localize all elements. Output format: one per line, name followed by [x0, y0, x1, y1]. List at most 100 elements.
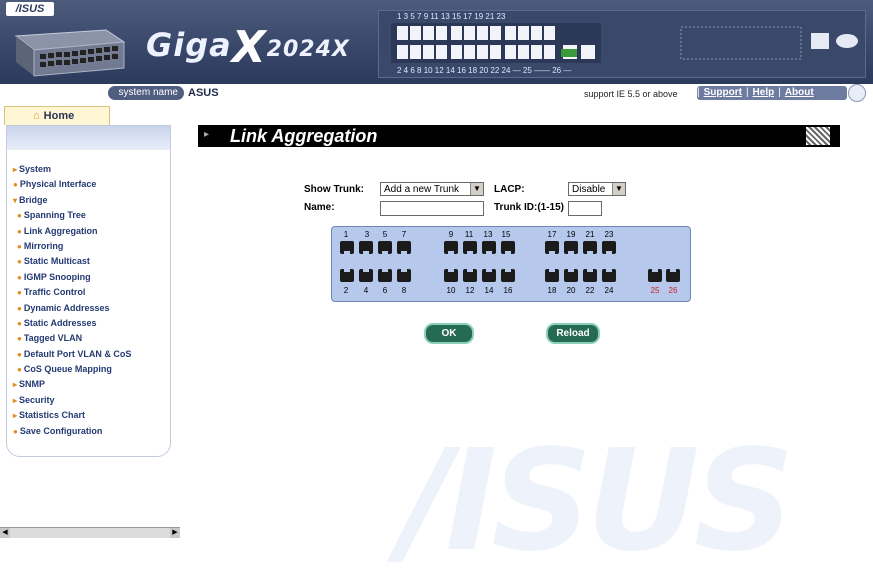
port-11[interactable] [463, 241, 477, 254]
nav-snmp[interactable]: ▸ SNMP [13, 377, 131, 392]
nav-statistics-chart[interactable]: ▸ Statistics Chart [13, 408, 131, 423]
port-number-label: 3 [364, 230, 370, 239]
name-label: Name: [304, 202, 335, 213]
browser-support-text: support IE 5.5 or above [584, 89, 678, 99]
port-number-label: 16 [503, 286, 513, 295]
port-17[interactable] [545, 241, 559, 254]
nav-igmp-snooping[interactable]: ● IGMP Snooping [13, 270, 131, 285]
reload-button[interactable]: Reload [546, 323, 600, 344]
uplink-port-number-label: 25 [650, 286, 660, 295]
port-9[interactable] [444, 241, 458, 254]
nav-static-multicast[interactable]: ● Static Multicast [13, 254, 131, 269]
port-23[interactable] [602, 241, 616, 254]
sidebar: ▸ System ● Physical Interface ▾ Bridge ● Spa… [6, 125, 171, 457]
nav-traffic-control[interactable]: ● Traffic Control [13, 285, 131, 300]
port-number-label: 18 [547, 286, 557, 295]
port-8[interactable] [397, 269, 411, 282]
bullet-icon: ● [17, 365, 22, 375]
port-22[interactable] [583, 269, 597, 282]
brand-model: 2024X [266, 37, 350, 62]
page-title: Link Aggregation [230, 126, 378, 146]
port-number-label: 11 [464, 230, 474, 239]
nav-bridge[interactable]: ▾ Bridge [13, 193, 131, 208]
port-16[interactable] [501, 269, 515, 282]
name-field[interactable] [380, 201, 484, 216]
nav-mirroring[interactable]: ● Mirroring [13, 239, 131, 254]
port-1[interactable] [340, 241, 354, 254]
port-number-label: 9 [448, 230, 454, 239]
port-3[interactable] [359, 241, 373, 254]
port-5[interactable] [378, 241, 392, 254]
arrow-icon: ▸ [13, 411, 18, 421]
bullet-icon: ● [17, 349, 22, 359]
nav-system[interactable]: ▸ System [13, 162, 131, 177]
arrow-icon: ▸ [13, 395, 18, 405]
port-6[interactable] [378, 269, 392, 282]
lacp-value: Disable [572, 184, 606, 195]
dropdown-arrow-icon: ▼ [612, 183, 625, 195]
port-4[interactable] [359, 269, 373, 282]
port-number-label: 21 [585, 230, 595, 239]
port-number-label: 7 [401, 230, 407, 239]
nav-default-port-vlan-cos[interactable]: ● Default Port VLAN & CoS [13, 347, 131, 362]
help-link[interactable]: Help [749, 87, 779, 98]
trunk-id-label: Trunk ID:(1-15) [494, 202, 565, 213]
system-name-value: ASUS [188, 87, 219, 99]
nav-link-aggregation[interactable]: ● Link Aggregation [13, 224, 131, 239]
port-13[interactable] [482, 241, 496, 254]
ok-button[interactable]: OK [424, 323, 474, 344]
bullet-icon: ● [17, 241, 22, 251]
horizontal-scrollbar[interactable]: ◀ ▶ [0, 527, 180, 538]
port-number-label: 8 [401, 286, 407, 295]
port-26[interactable] [666, 269, 680, 282]
bullet-icon: ● [17, 318, 22, 328]
home-tab[interactable]: ⌂ Home [4, 106, 110, 125]
lacp-select[interactable]: Disable ▼ [568, 182, 626, 196]
port-number-label: 10 [446, 286, 456, 295]
nav-security[interactable]: ▸ Security [13, 393, 131, 408]
nav-tagged-vlan[interactable]: ● Tagged VLAN [13, 331, 131, 346]
port-7[interactable] [397, 241, 411, 254]
header-banner: /ISUS GigaX2024X 1 3 5 7 9 11 13 15 17 1… [0, 0, 873, 84]
dropdown-arrow-icon: ▼ [470, 183, 483, 195]
circle-toggle-button[interactable] [848, 84, 866, 102]
port-20[interactable] [564, 269, 578, 282]
port-selection-panel: 1 3 5 7 9 11 13 15 17 19 21 23 2 4 6 8 1… [331, 226, 691, 302]
nav-spanning-tree[interactable]: ● Spanning Tree [13, 208, 131, 223]
uplink-port-number-label: 26 [668, 286, 678, 295]
bullet-icon: ● [13, 426, 18, 436]
port-number-label: 22 [585, 286, 595, 295]
arrow-down-icon: ▾ [13, 195, 18, 205]
port-24[interactable] [602, 269, 616, 282]
bullet-icon: ● [17, 334, 22, 344]
bullet-icon: ● [17, 303, 22, 313]
port-number-label: 13 [483, 230, 493, 239]
trunk-id-field[interactable] [568, 201, 602, 216]
nav-cos-queue-mapping[interactable]: ● CoS Queue Mapping [13, 362, 131, 377]
port-2[interactable] [340, 269, 354, 282]
port-18[interactable] [545, 269, 559, 282]
brand-x: X [231, 22, 267, 73]
bullet-icon: ● [17, 226, 22, 236]
nav-physical-interface[interactable]: ● Physical Interface [13, 177, 131, 192]
arrow-icon: ▸ [13, 380, 18, 390]
support-link[interactable]: Support [700, 87, 746, 98]
about-link[interactable]: About [781, 87, 818, 98]
nav-dynamic-addresses[interactable]: ● Dynamic Addresses [13, 301, 131, 316]
port-number-label: 23 [604, 230, 614, 239]
nav-static-addresses[interactable]: ● Static Addresses [13, 316, 131, 331]
port-21[interactable] [583, 241, 597, 254]
port-number-label: 20 [566, 286, 576, 295]
port-12[interactable] [463, 269, 477, 282]
port-14[interactable] [482, 269, 496, 282]
sidebar-nav: ▸ System ● Physical Interface ▾ Bridge ● Spa… [13, 162, 131, 439]
port-19[interactable] [564, 241, 578, 254]
asus-watermark: /ISUS [400, 420, 795, 583]
show-trunk-select[interactable]: Add a new Trunk ▼ [380, 182, 484, 196]
port-15[interactable] [501, 241, 515, 254]
port-10[interactable] [444, 269, 458, 282]
brand-prefix: Giga [146, 26, 232, 64]
port-number-label: 24 [604, 286, 614, 295]
nav-save-configuration[interactable]: ● Save Configuration [13, 424, 131, 439]
port-25[interactable] [648, 269, 662, 282]
